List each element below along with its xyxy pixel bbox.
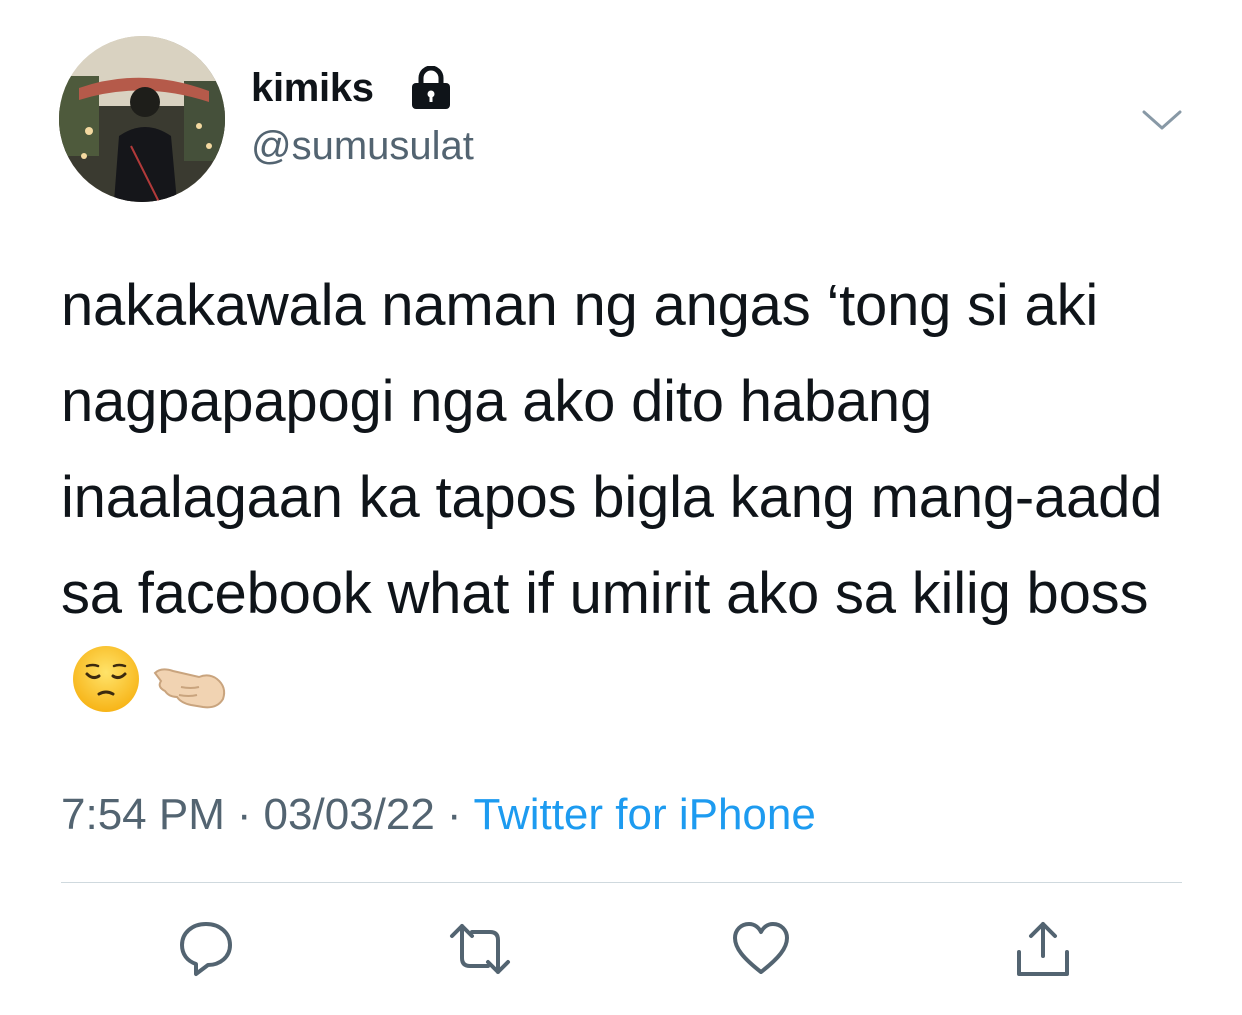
retweet-button[interactable]: [448, 918, 512, 980]
pensive-face-emoji: [71, 644, 141, 743]
share-icon: [1017, 922, 1069, 976]
pointing-left-hand-emoji: [151, 646, 229, 742]
share-button[interactable]: [1011, 918, 1075, 980]
retweet-icon: [450, 924, 510, 974]
meta-separator: ·: [446, 790, 462, 839]
tweet-meta: 7:54 PM · 03/03/22 · Twitter for iPhone: [61, 790, 816, 840]
avatar-photo: [59, 36, 225, 202]
reply-icon: [180, 922, 232, 976]
chevron-down-icon: [1142, 110, 1182, 130]
tweet-time[interactable]: 7:54 PM: [61, 790, 225, 839]
lock-icon: [412, 66, 450, 109]
source-link[interactable]: Twitter for iPhone: [473, 790, 815, 839]
like-button[interactable]: [729, 918, 793, 980]
meta-separator: ·: [236, 790, 252, 839]
user-handle[interactable]: @sumusulat: [251, 124, 474, 169]
avatar[interactable]: [59, 36, 225, 202]
tweet-body: nakakawala naman ng angas ‘tong si aki n…: [61, 273, 1163, 626]
reply-button[interactable]: [174, 918, 238, 980]
divider: [61, 882, 1182, 883]
more-options-button[interactable]: [1138, 100, 1186, 140]
tweet-date[interactable]: 03/03/22: [264, 790, 435, 839]
display-name[interactable]: kimiks: [251, 66, 374, 111]
tweet-text: nakakawala naman ng angas ‘tong si aki n…: [61, 258, 1201, 743]
like-icon: [733, 922, 789, 974]
